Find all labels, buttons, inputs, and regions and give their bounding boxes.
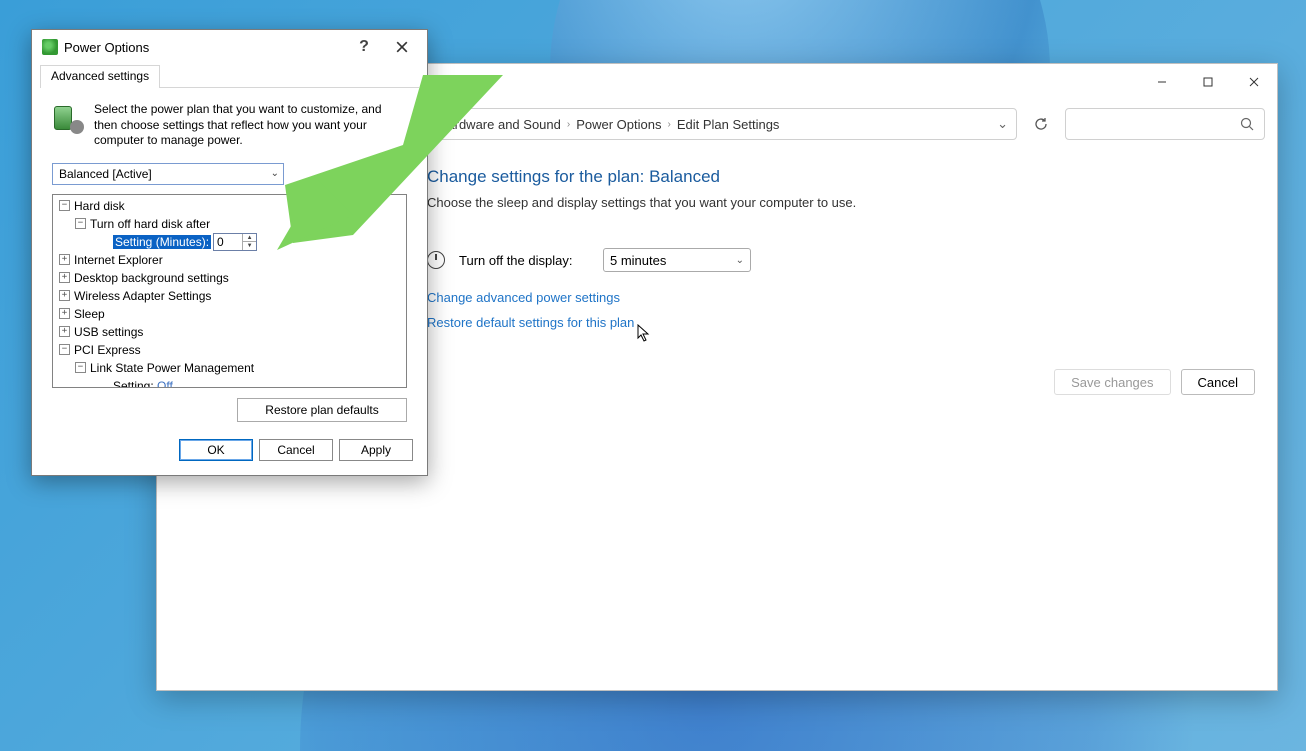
chevron-right-icon: ›	[667, 119, 670, 130]
expand-icon[interactable]: +	[59, 290, 70, 301]
close-button[interactable]	[1231, 66, 1277, 98]
settings-tree[interactable]: − Hard disk − Turn off hard disk after S…	[52, 194, 407, 388]
expand-icon[interactable]: +	[59, 254, 70, 265]
restore-plan-defaults-button[interactable]: Restore plan defaults	[237, 398, 407, 422]
setting-minutes-label: Setting (Minutes):	[113, 235, 211, 249]
restore-defaults-link[interactable]: Restore default settings for this plan	[427, 315, 1277, 330]
tab-advanced-settings[interactable]: Advanced settings	[40, 65, 160, 88]
breadcrumb-dropdown[interactable]: ⌄	[997, 116, 1008, 132]
minimize-button[interactable]	[1139, 66, 1185, 98]
dialog-description: Select the power plan that you want to c…	[32, 88, 427, 157]
advanced-settings-link[interactable]: Change advanced power settings	[427, 290, 1277, 305]
tree-item-link-state[interactable]: − Link State Power Management	[53, 359, 406, 377]
cancel-button[interactable]: Cancel	[1181, 369, 1255, 395]
cancel-button[interactable]: Cancel	[259, 439, 333, 461]
display-timeout-select[interactable]: 5 minutes ⌄	[603, 248, 751, 272]
select-value: Balanced [Active]	[59, 167, 152, 181]
power-options-icon	[42, 39, 58, 55]
power-plan-icon	[52, 102, 84, 134]
breadcrumb[interactable]: Hardware and Sound › Power Options › Edi…	[429, 108, 1017, 140]
save-changes-button: Save changes	[1054, 369, 1170, 395]
chevron-down-icon: ⌄	[271, 168, 279, 179]
dialog-footer: OK Cancel Apply	[32, 439, 427, 475]
tree-item-setting-minutes[interactable]: Setting (Minutes): 0 ▲ ▼	[53, 233, 406, 251]
tree-item-pci-express[interactable]: − PCI Express	[53, 341, 406, 359]
help-button[interactable]: ?	[345, 34, 383, 60]
monitor-icon	[427, 251, 445, 269]
chevron-down-icon: ⌄	[736, 255, 744, 266]
tree-item-usb[interactable]: + USB settings	[53, 323, 406, 341]
tree-item-desktop-background[interactable]: + Desktop background settings	[53, 269, 406, 287]
tree-item-wireless[interactable]: + Wireless Adapter Settings	[53, 287, 406, 305]
power-plan-select[interactable]: Balanced [Active] ⌄	[52, 163, 284, 185]
breadcrumb-item[interactable]: Edit Plan Settings	[677, 117, 780, 132]
tree-item-sleep[interactable]: + Sleep	[53, 305, 406, 323]
tree-item-link-state-setting[interactable]: Setting: Off	[53, 377, 406, 388]
chevron-right-icon: ›	[567, 119, 570, 130]
tree-item-turn-off-hard-disk[interactable]: − Turn off hard disk after	[53, 215, 406, 233]
tree-item-internet-explorer[interactable]: + Internet Explorer	[53, 251, 406, 269]
search-input[interactable]	[1065, 108, 1265, 140]
display-timeout-row: Turn off the display: 5 minutes ⌄	[427, 248, 1277, 272]
page-title: Change settings for the plan: Balanced	[427, 167, 1277, 187]
collapse-icon[interactable]: −	[75, 218, 86, 229]
display-label: Turn off the display:	[459, 253, 589, 268]
dialog-buttons: Save changes Cancel	[1054, 369, 1255, 395]
spinner-value[interactable]: 0	[214, 235, 242, 249]
expand-icon[interactable]: +	[59, 308, 70, 319]
collapse-icon[interactable]: −	[59, 344, 70, 355]
minutes-spinner[interactable]: 0 ▲ ▼	[213, 233, 257, 251]
cursor-icon	[637, 324, 653, 344]
dialog-title: Power Options	[64, 40, 149, 55]
spinner-up-button[interactable]: ▲	[243, 234, 256, 243]
spinner-down-button[interactable]: ▼	[243, 242, 256, 250]
collapse-icon[interactable]: −	[75, 362, 86, 373]
expand-icon[interactable]: +	[59, 326, 70, 337]
search-icon	[1240, 117, 1254, 131]
select-value: 5 minutes	[610, 253, 666, 268]
ok-button[interactable]: OK	[179, 439, 253, 461]
tree-item-hard-disk[interactable]: − Hard disk	[53, 197, 406, 215]
collapse-icon[interactable]: −	[59, 200, 70, 211]
breadcrumb-item[interactable]: Power Options	[576, 117, 661, 132]
apply-button[interactable]: Apply	[339, 439, 413, 461]
refresh-button[interactable]	[1025, 108, 1057, 140]
dialog-titlebar: Power Options ?	[32, 30, 427, 64]
page-subtitle: Choose the sleep and display settings th…	[427, 195, 1277, 210]
power-options-dialog: Power Options ? Advanced settings Select…	[31, 29, 428, 476]
maximize-button[interactable]	[1185, 66, 1231, 98]
description-text: Select the power plan that you want to c…	[94, 102, 407, 149]
close-button[interactable]	[383, 34, 421, 60]
setting-value: Off	[157, 379, 173, 388]
breadcrumb-item[interactable]: Hardware and Sound	[438, 117, 561, 132]
expand-icon[interactable]: +	[59, 272, 70, 283]
